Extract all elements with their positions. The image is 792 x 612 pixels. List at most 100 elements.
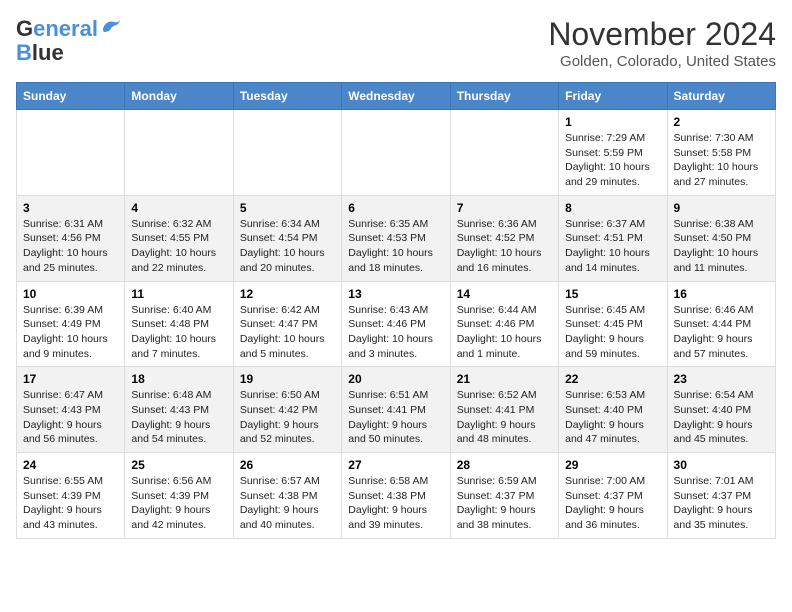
calendar-cell: 22 Sunrise: 6:53 AM Sunset: 4:40 PM Dayli… (559, 367, 667, 453)
day-number: 20 (348, 372, 443, 386)
day-info: Sunrise: 6:59 AM Sunset: 4:37 PM Dayligh… (457, 474, 552, 533)
day-number: 6 (348, 201, 443, 215)
day-info: Sunrise: 6:38 AM Sunset: 4:50 PM Dayligh… (674, 217, 769, 276)
weekday-header-sunday: Sunday (17, 83, 125, 110)
day-info: Sunrise: 6:51 AM Sunset: 4:41 PM Dayligh… (348, 388, 443, 447)
calendar-cell: 5 Sunrise: 6:34 AM Sunset: 4:54 PM Daylig… (233, 195, 341, 281)
day-number: 8 (565, 201, 660, 215)
calendar-cell: 2 Sunrise: 7:30 AM Sunset: 5:58 PM Daylig… (667, 110, 775, 196)
month-title: November 2024 (548, 16, 776, 53)
page-header: G eneral B lue November 2024 Golden, Col… (16, 16, 776, 70)
day-info: Sunrise: 7:00 AM Sunset: 4:37 PM Dayligh… (565, 474, 660, 533)
calendar-cell (125, 110, 233, 196)
day-number: 10 (23, 287, 118, 301)
calendar-cell: 27 Sunrise: 6:58 AM Sunset: 4:38 PM Dayli… (342, 453, 450, 539)
day-number: 22 (565, 372, 660, 386)
day-info: Sunrise: 7:29 AM Sunset: 5:59 PM Dayligh… (565, 131, 660, 190)
day-info: Sunrise: 6:46 AM Sunset: 4:44 PM Dayligh… (674, 303, 769, 362)
day-number: 25 (131, 458, 226, 472)
day-number: 29 (565, 458, 660, 472)
calendar-cell: 12 Sunrise: 6:42 AM Sunset: 4:47 PM Dayli… (233, 281, 341, 367)
day-number: 13 (348, 287, 443, 301)
day-info: Sunrise: 6:39 AM Sunset: 4:49 PM Dayligh… (23, 303, 118, 362)
day-number: 1 (565, 115, 660, 129)
calendar-cell: 6Sunrise: 6:35 AM Sunset: 4:53 PM Daylig… (342, 195, 450, 281)
title-area: November 2024 Golden, Colorado, United S… (548, 16, 776, 70)
day-info: Sunrise: 6:52 AM Sunset: 4:41 PM Dayligh… (457, 388, 552, 447)
day-number: 23 (674, 372, 769, 386)
day-info: Sunrise: 6:56 AM Sunset: 4:39 PM Dayligh… (131, 474, 226, 533)
calendar-cell: 14 Sunrise: 6:44 AM Sunset: 4:46 PM Dayli… (450, 281, 558, 367)
day-number: 9 (674, 201, 769, 215)
calendar-cell: 4Sunrise: 6:32 AM Sunset: 4:55 PM Daylig… (125, 195, 233, 281)
day-info: Sunrise: 6:36 AM Sunset: 4:52 PM Dayligh… (457, 217, 552, 276)
calendar-cell: 17Sunrise: 6:47 AM Sunset: 4:43 PM Dayli… (17, 367, 125, 453)
day-info: Sunrise: 6:44 AM Sunset: 4:46 PM Dayligh… (457, 303, 552, 362)
calendar-cell (450, 110, 558, 196)
day-info: Sunrise: 6:37 AM Sunset: 4:51 PM Dayligh… (565, 217, 660, 276)
logo-blue-lue: lue (32, 40, 64, 66)
day-number: 16 (674, 287, 769, 301)
weekday-header-saturday: Saturday (667, 83, 775, 110)
calendar-cell: 29 Sunrise: 7:00 AM Sunset: 4:37 PM Dayli… (559, 453, 667, 539)
calendar-cell: 28 Sunrise: 6:59 AM Sunset: 4:37 PM Dayli… (450, 453, 558, 539)
day-info: Sunrise: 6:40 AM Sunset: 4:48 PM Dayligh… (131, 303, 226, 362)
calendar-cell: 9 Sunrise: 6:38 AM Sunset: 4:50 PM Daylig… (667, 195, 775, 281)
calendar-week-5: 24 Sunrise: 6:55 AM Sunset: 4:39 PM Dayli… (17, 453, 776, 539)
day-number: 5 (240, 201, 335, 215)
day-number: 14 (457, 287, 552, 301)
day-info: Sunrise: 6:31 AM Sunset: 4:56 PM Dayligh… (23, 217, 118, 276)
calendar-cell: 1 Sunrise: 7:29 AM Sunset: 5:59 PM Daylig… (559, 110, 667, 196)
calendar-cell: 13Sunrise: 6:43 AM Sunset: 4:46 PM Dayli… (342, 281, 450, 367)
day-info: Sunrise: 6:55 AM Sunset: 4:39 PM Dayligh… (23, 474, 118, 533)
day-number: 19 (240, 372, 335, 386)
logo: G eneral B lue (16, 16, 122, 66)
day-info: Sunrise: 6:32 AM Sunset: 4:55 PM Dayligh… (131, 217, 226, 276)
day-number: 2 (674, 115, 769, 129)
day-info: Sunrise: 6:58 AM Sunset: 4:38 PM Dayligh… (348, 474, 443, 533)
day-number: 15 (565, 287, 660, 301)
calendar-cell: 3 Sunrise: 6:31 AM Sunset: 4:56 PM Daylig… (17, 195, 125, 281)
day-info: Sunrise: 6:42 AM Sunset: 4:47 PM Dayligh… (240, 303, 335, 362)
weekday-header-friday: Friday (559, 83, 667, 110)
calendar-cell: 24 Sunrise: 6:55 AM Sunset: 4:39 PM Dayli… (17, 453, 125, 539)
calendar-cell: 18Sunrise: 6:48 AM Sunset: 4:43 PM Dayli… (125, 367, 233, 453)
day-number: 12 (240, 287, 335, 301)
logo-bird-icon (100, 18, 122, 36)
day-number: 26 (240, 458, 335, 472)
day-info: Sunrise: 6:34 AM Sunset: 4:54 PM Dayligh… (240, 217, 335, 276)
day-number: 30 (674, 458, 769, 472)
day-number: 28 (457, 458, 552, 472)
day-number: 24 (23, 458, 118, 472)
calendar-cell: 19Sunrise: 6:50 AM Sunset: 4:42 PM Dayli… (233, 367, 341, 453)
calendar-table: SundayMondayTuesdayWednesdayThursdayFrid… (16, 82, 776, 539)
calendar-cell (342, 110, 450, 196)
logo-general-eneral: eneral (33, 16, 98, 42)
day-info: Sunrise: 7:30 AM Sunset: 5:58 PM Dayligh… (674, 131, 769, 190)
day-info: Sunrise: 6:53 AM Sunset: 4:40 PM Dayligh… (565, 388, 660, 447)
calendar-cell (233, 110, 341, 196)
calendar-cell: 8 Sunrise: 6:37 AM Sunset: 4:51 PM Daylig… (559, 195, 667, 281)
calendar-cell: 20 Sunrise: 6:51 AM Sunset: 4:41 PM Dayli… (342, 367, 450, 453)
calendar-week-4: 17Sunrise: 6:47 AM Sunset: 4:43 PM Dayli… (17, 367, 776, 453)
calendar-week-1: 1 Sunrise: 7:29 AM Sunset: 5:59 PM Daylig… (17, 110, 776, 196)
weekday-header-tuesday: Tuesday (233, 83, 341, 110)
calendar-body: 1 Sunrise: 7:29 AM Sunset: 5:59 PM Daylig… (17, 110, 776, 539)
calendar-cell: 26Sunrise: 6:57 AM Sunset: 4:38 PM Dayli… (233, 453, 341, 539)
day-number: 27 (348, 458, 443, 472)
calendar-cell: 21Sunrise: 6:52 AM Sunset: 4:41 PM Dayli… (450, 367, 558, 453)
day-info: Sunrise: 6:47 AM Sunset: 4:43 PM Dayligh… (23, 388, 118, 447)
day-number: 18 (131, 372, 226, 386)
logo-blue-b: B (16, 40, 32, 66)
logo-general-g: G (16, 16, 33, 42)
day-number: 3 (23, 201, 118, 215)
calendar-cell: 23Sunrise: 6:54 AM Sunset: 4:40 PM Dayli… (667, 367, 775, 453)
location-subtitle: Golden, Colorado, United States (548, 53, 776, 70)
day-number: 11 (131, 287, 226, 301)
weekday-row: SundayMondayTuesdayWednesdayThursdayFrid… (17, 83, 776, 110)
calendar-cell: 10 Sunrise: 6:39 AM Sunset: 4:49 PM Dayli… (17, 281, 125, 367)
calendar-week-3: 10 Sunrise: 6:39 AM Sunset: 4:49 PM Dayli… (17, 281, 776, 367)
calendar-cell (17, 110, 125, 196)
day-info: Sunrise: 6:45 AM Sunset: 4:45 PM Dayligh… (565, 303, 660, 362)
day-number: 7 (457, 201, 552, 215)
